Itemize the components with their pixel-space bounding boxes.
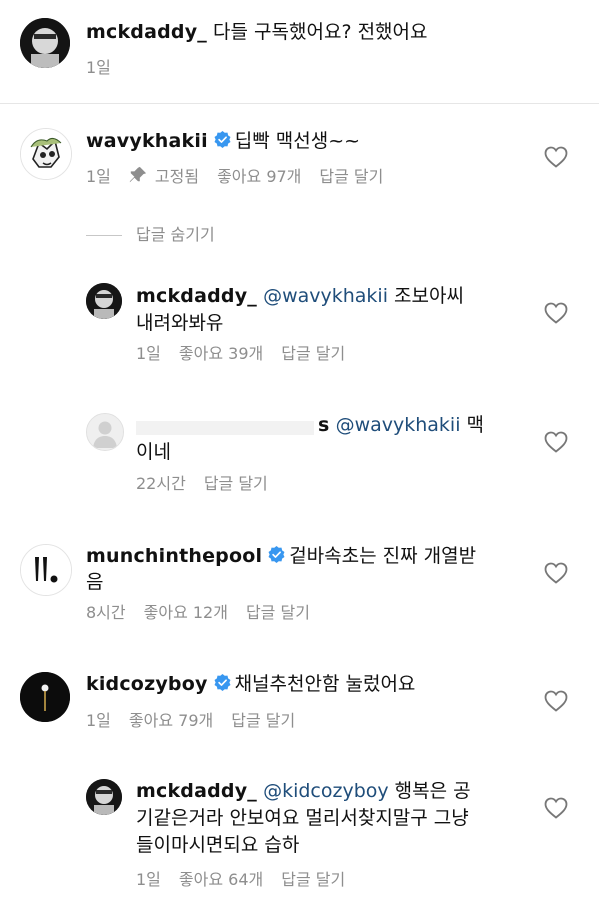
reply-text: 행복은 공	[388, 780, 471, 802]
reply-button[interactable]: 답글 달기	[281, 344, 345, 363]
avatar[interactable]	[20, 544, 72, 596]
reply-time: 22시간	[136, 474, 186, 493]
reply-text-line: 들이마시면되요 습하	[136, 834, 300, 856]
like-heart-icon[interactable]	[544, 431, 568, 453]
hide-replies-button[interactable]: 답글 숨기기	[136, 225, 215, 245]
reply-text-line: 기같은거라 안보여요 멀리서찾지말구 그냥	[136, 807, 469, 829]
avatar[interactable]	[20, 672, 70, 722]
reply-body: mckdaddy_ @wavykhakii 조보아씨	[136, 284, 464, 308]
pin-icon	[129, 166, 147, 189]
reply-text-continued: 기같은거라 안보여요 멀리서찾지말구 그냥	[136, 806, 469, 830]
likes-count[interactable]: 좋아요 12개	[144, 603, 228, 622]
reply-text-continued: 내려와봐유	[136, 311, 223, 335]
reply-body: s @wavykhakii 맥	[318, 413, 484, 437]
comment-username[interactable]: munchinthepool	[86, 545, 262, 567]
comment-text-line: 음	[86, 571, 104, 593]
comment-body: mckdaddy_ 다들 구독했어요? 전했어요	[86, 20, 428, 44]
comment-body: kidcozyboy 채널추천안함 눌렀어요	[86, 672, 415, 696]
verified-badge-icon	[214, 674, 231, 691]
like-heart-icon[interactable]	[544, 690, 568, 712]
comment-time: 1일	[86, 711, 111, 730]
reply-time: 1일	[136, 870, 161, 889]
redacted-username	[136, 421, 314, 435]
likes-count[interactable]: 좋아요 64개	[179, 870, 263, 889]
likes-count[interactable]: 좋아요 79개	[129, 711, 213, 730]
reply-text-line: 내려와봐유	[136, 312, 224, 334]
verified-badge-icon	[268, 546, 285, 563]
likes-count[interactable]: 좋아요 97개	[217, 167, 301, 186]
avatar[interactable]	[86, 413, 124, 451]
reply-meta: 1일 좋아요 39개 답글 달기	[136, 344, 345, 364]
comment-time: 1일	[86, 58, 111, 77]
like-heart-icon[interactable]	[544, 562, 568, 584]
reply-button[interactable]: 답글 달기	[281, 870, 345, 889]
comment-text: 다들 구독했어요? 전했어요	[207, 21, 428, 43]
comment-username[interactable]: mckdaddy_	[86, 21, 207, 43]
avatar[interactable]	[86, 283, 122, 319]
mention-link[interactable]: @wavykhakii	[263, 285, 388, 307]
reply-username[interactable]: mckdaddy_	[136, 780, 257, 802]
comment-meta: 1일	[86, 58, 111, 78]
reply-button[interactable]: 답글 달기	[246, 603, 310, 622]
likes-count[interactable]: 좋아요 39개	[179, 344, 263, 363]
reply-button[interactable]: 답글 달기	[231, 711, 295, 730]
like-heart-icon[interactable]	[544, 302, 568, 324]
comment-text: 겉바속초는 진짜 개열받	[289, 545, 477, 567]
mention-link[interactable]: @wavykhakii	[336, 414, 461, 436]
reply-text-continued: 이네	[136, 440, 171, 464]
reply-body: mckdaddy_ @kidcozyboy 행복은 공	[136, 779, 471, 803]
avatar[interactable]	[20, 18, 70, 68]
comment-username[interactable]: kidcozyboy	[86, 673, 208, 695]
reply-button[interactable]: 답글 달기	[204, 474, 268, 493]
reply-time: 1일	[136, 344, 161, 363]
comment-text: 딥빡 맥선생~~	[234, 130, 361, 152]
pinned-label: 고정됨	[154, 167, 200, 186]
reply-meta: 1일 좋아요 64개 답글 달기	[136, 870, 345, 890]
comment-time: 8시간	[86, 603, 126, 622]
comment-text: 채널추천안함 눌렀어요	[234, 673, 416, 695]
comment-time: 1일	[86, 167, 111, 186]
comment-meta: 8시간 좋아요 12개 답글 달기	[86, 603, 310, 623]
reply-text: 맥	[460, 414, 485, 436]
comment-body: wavykhakii 딥빡 맥선생~~	[86, 129, 360, 153]
hide-replies-label: 답글 숨기기	[136, 225, 215, 244]
reply-text-line: 이네	[136, 441, 171, 463]
reply-text-continued: 들이마시면되요 습하	[136, 833, 299, 857]
reply-button[interactable]: 답글 달기	[319, 167, 383, 186]
comment-body: munchinthepool 겉바속초는 진짜 개열받	[86, 544, 476, 568]
like-heart-icon[interactable]	[544, 797, 568, 819]
like-heart-icon[interactable]	[544, 146, 568, 168]
comment-text-continued: 음	[86, 570, 103, 594]
divider	[0, 103, 599, 104]
comment-meta: 1일 고정됨 좋아요 97개 답글 달기	[86, 166, 383, 189]
mention-link[interactable]: @kidcozyboy	[263, 780, 389, 802]
avatar[interactable]	[20, 128, 72, 180]
verified-badge-icon	[214, 131, 231, 148]
hide-replies-line	[86, 235, 122, 236]
comment-meta: 1일 좋아요 79개 답글 달기	[86, 711, 295, 731]
avatar[interactable]	[86, 779, 122, 815]
reply-meta: 22시간 답글 달기	[136, 474, 268, 494]
reply-text: 조보아씨	[387, 285, 464, 307]
reply-username[interactable]: s	[318, 414, 330, 436]
comment-username[interactable]: wavykhakii	[86, 130, 208, 152]
reply-username[interactable]: mckdaddy_	[136, 285, 257, 307]
